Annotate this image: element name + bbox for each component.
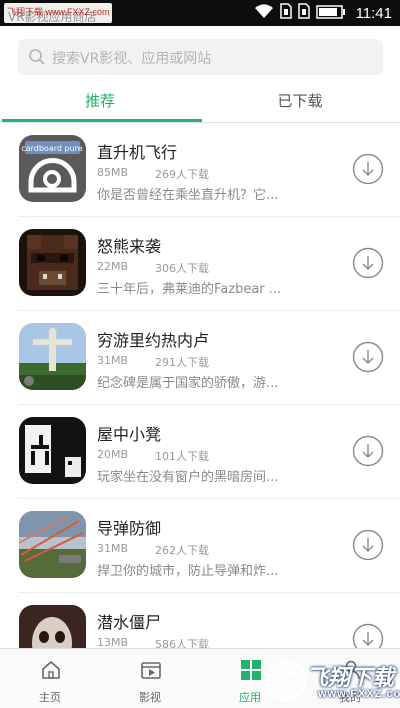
sim-icon bbox=[279, 3, 292, 23]
home-icon bbox=[40, 659, 62, 681]
app-size: 20MB bbox=[97, 448, 129, 461]
list-item[interactable]: 导弹防御 31MB 262人下载 捍卫你的城市，防止导弹和炸... bbox=[0, 499, 400, 593]
app-title: 怒熊来袭 bbox=[97, 237, 162, 256]
list-item[interactable]: 潜水僵尸 13MB 586人下载 bbox=[0, 593, 400, 648]
nav-home-label: 主页 bbox=[39, 691, 61, 704]
app-title: 导弹防御 bbox=[97, 519, 162, 538]
status-bar-app-thumbnail: VR影视应用商店 飞翔下载 www.FXXZ.com bbox=[4, 3, 112, 23]
download-icon bbox=[352, 529, 384, 561]
download-button[interactable] bbox=[352, 435, 384, 467]
status-time: 11:41 bbox=[355, 4, 392, 22]
download-icon bbox=[352, 623, 384, 648]
app-thumbnail bbox=[19, 605, 86, 648]
app-thumbnail: cardboard pure bbox=[19, 135, 86, 202]
app-downloads: 586人下载 bbox=[155, 638, 209, 648]
tab-bar: 推荐 已下载 bbox=[0, 84, 400, 124]
app-size: 13MB bbox=[97, 636, 129, 648]
app-title: 潜水僵尸 bbox=[97, 613, 162, 632]
app-downloads: 101人下载 bbox=[155, 450, 209, 463]
nav-home[interactable]: 主页 bbox=[0, 649, 100, 708]
app-size: 31MB bbox=[97, 542, 129, 555]
app-size: 22MB bbox=[97, 260, 129, 273]
nav-video-label: 影视 bbox=[139, 691, 161, 704]
app-thumbnail bbox=[19, 323, 86, 390]
search-placeholder: 搜索VR影视、应用或网站 bbox=[52, 51, 212, 67]
list-item[interactable]: cardboard pure 直升机飞行 85MB 269人下载 你是否曾经在乘… bbox=[0, 123, 400, 217]
wifi-icon bbox=[254, 3, 274, 23]
search-input[interactable]: 搜索VR影视、应用或网站 bbox=[18, 39, 383, 75]
download-icon bbox=[352, 341, 384, 373]
app-size: 85MB bbox=[97, 166, 129, 179]
app-thumbnail bbox=[19, 511, 86, 578]
app-description: 玩家坐在没有窗户的黑暗房间... bbox=[97, 470, 279, 485]
app-list[interactable]: cardboard pure 直升机飞行 85MB 269人下载 你是否曾经在乘… bbox=[0, 123, 400, 648]
app-size: 31MB bbox=[97, 354, 129, 367]
list-item[interactable]: 屋中小凳 20MB 101人下载 玩家坐在没有窗户的黑暗房间... bbox=[0, 405, 400, 499]
app-description: 捍卫你的城市，防止导弹和炸... bbox=[97, 564, 279, 579]
download-button[interactable] bbox=[352, 623, 384, 648]
status-watermark: 飞翔下载 www.FXXZ.com bbox=[7, 7, 110, 17]
download-icon bbox=[352, 153, 384, 185]
nav-video[interactable]: 影视 bbox=[100, 649, 200, 708]
list-item[interactable]: 怒熊来袭 22MB 306人下载 三十年后，弗莱迪的Fazbear ... bbox=[0, 217, 400, 311]
app-downloads: 306人下载 bbox=[155, 262, 209, 275]
download-button[interactable] bbox=[352, 247, 384, 279]
app-description: 你是否曾经在乘坐直升机？它... bbox=[97, 188, 279, 203]
app-downloads: 291人下载 bbox=[155, 356, 209, 369]
video-icon bbox=[140, 659, 162, 681]
svg-text:cardboard pure: cardboard pure bbox=[21, 144, 82, 153]
tab-downloaded[interactable]: 已下载 bbox=[200, 84, 400, 122]
battery-icon bbox=[315, 4, 346, 23]
app-downloads: 269人下载 bbox=[155, 168, 209, 181]
sim-icon bbox=[297, 3, 310, 23]
download-button[interactable] bbox=[352, 153, 384, 185]
download-button[interactable] bbox=[352, 529, 384, 561]
watermark-logo-icon bbox=[265, 660, 307, 702]
tab-recommended[interactable]: 推荐 bbox=[0, 84, 200, 122]
app-title: 屋中小凳 bbox=[97, 425, 162, 444]
app-description: 纪念碑是属于国家的骄傲，游... bbox=[97, 376, 279, 391]
watermark-url: www.FXXZ.com bbox=[318, 688, 400, 700]
watermark-overlay: 飞翔下载 www.FXXZ.com bbox=[262, 656, 400, 706]
status-bar: VR影视应用商店 飞翔下载 www.FXXZ.com 11:41 bbox=[0, 0, 400, 26]
search-icon bbox=[28, 48, 46, 66]
download-icon bbox=[352, 247, 384, 279]
list-item[interactable]: 穷游里约热内卢 31MB 291人下载 纪念碑是属于国家的骄傲，游... bbox=[0, 311, 400, 405]
download-icon bbox=[352, 435, 384, 467]
app-description: 三十年后，弗莱迪的Fazbear ... bbox=[97, 282, 282, 297]
app-title: 穷游里约热内卢 bbox=[97, 331, 210, 350]
download-button[interactable] bbox=[352, 341, 384, 373]
app-thumbnail bbox=[19, 229, 86, 296]
apps-icon bbox=[240, 659, 262, 681]
app-downloads: 262人下载 bbox=[155, 544, 209, 557]
app-thumbnail bbox=[19, 417, 86, 484]
app-title: 直升机飞行 bbox=[97, 143, 178, 162]
